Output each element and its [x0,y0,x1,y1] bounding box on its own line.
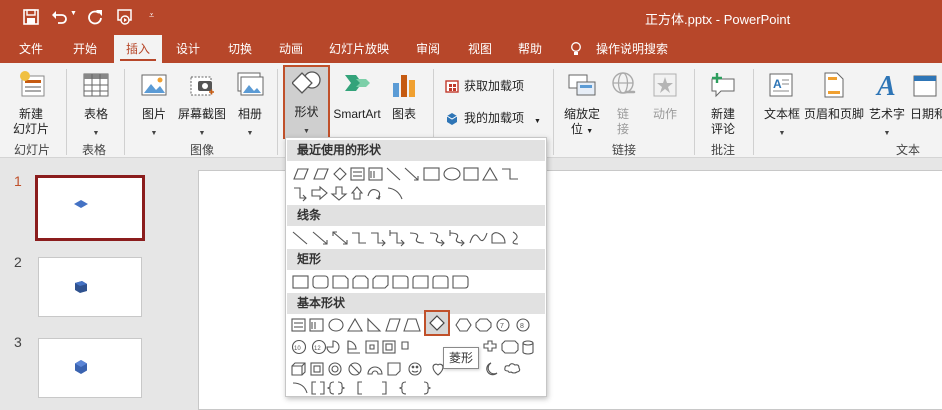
my-addins-button[interactable]: 我的加载项 ▼ [442,109,546,129]
tab-design[interactable]: 设计 [166,35,210,63]
group-label-tables: 表格 [82,143,107,157]
redo-icon[interactable] [86,8,104,26]
group-label-text: 文本 [896,143,921,157]
tab-animations[interactable]: 动画 [268,35,314,63]
tab-view[interactable]: 视图 [458,35,502,63]
customize-qat-icon[interactable]: ⩡ [149,10,154,21]
undo-icon[interactable] [51,8,69,26]
tab-home[interactable]: 开始 [62,35,108,63]
basic-shapes-row-2[interactable]: 10 12 [290,337,546,357]
slide-number: 1 [14,173,22,189]
wordart-icon: A [875,71,896,101]
shape-tooltip: 菱形 [443,347,479,369]
my-addins-icon [446,113,458,125]
svg-text:12: 12 [314,346,321,352]
tab-review[interactable]: 审阅 [406,35,450,63]
screenshot-button[interactable]: 屏幕截图 ▼ [174,67,230,139]
shapes-icon [292,71,321,94]
slide-number: 2 [14,254,22,270]
group-label-slides: 幻灯片 [14,143,51,157]
document-title: 正方体.pptx - PowerPoint [645,12,791,27]
photo-album-button[interactable]: 相册 ▼ [230,67,270,139]
lightbulb-icon [571,42,581,55]
slide-thumbnail[interactable] [38,257,142,317]
slide-number: 3 [14,334,22,350]
basic-shapes-row-4[interactable] [290,378,546,398]
tab-transitions[interactable]: 切换 [218,35,262,63]
new-slide-icon [20,71,45,97]
table-icon [83,73,109,97]
date-time-button[interactable]: 日期和 [910,67,942,139]
new-comment-icon [711,73,735,98]
basic-shapes-row-1[interactable]: 7 8 [290,315,546,335]
basic-shapes-row-3[interactable] [290,359,546,379]
shapes-button[interactable]: 形状 ▼ [283,65,330,139]
textbox-icon: A [769,73,793,97]
svg-text:A: A [773,77,782,91]
category-rectangles: 矩形 [287,249,545,270]
calendar-icon [913,75,937,97]
svg-text:8: 8 [520,323,524,330]
chart-button[interactable]: 图表 [384,67,424,139]
group-label-links: 链接 [612,143,637,157]
new-slide-button[interactable]: 新建 幻灯片 [4,67,58,139]
wordart-button[interactable]: A 艺术字 ▼ [866,67,908,139]
svg-text:10: 10 [294,346,301,352]
textbox-button[interactable]: A 文本框 ▼ [759,67,805,139]
tab-tell-me[interactable]: 操作说明搜索 [566,35,676,63]
zoom-button[interactable]: 缩放定 位 ▼ [559,67,605,139]
category-recent-shapes: 最近使用的形状 [287,140,545,161]
svg-text:7: 7 [500,323,504,330]
link-button[interactable]: 链 接 [606,67,640,139]
picture-icon [141,74,167,96]
action-star-icon [653,73,677,97]
undo-dropdown-icon[interactable]: ▼ [70,10,77,17]
tab-file[interactable]: 文件 [8,35,54,63]
link-globe-icon [612,72,636,94]
category-lines: 线条 [287,205,545,226]
slide-thumbnail[interactable] [38,338,142,398]
group-label-images: 图像 [190,143,215,157]
lines-row[interactable] [290,228,546,248]
save-icon[interactable] [22,8,40,26]
chart-icon [393,75,415,97]
shapes-gallery: 最近使用的形状 线条 矩形 基本形状 7 8 10 12 [285,137,547,397]
new-comment-button[interactable]: 新建 评论 [700,67,746,139]
smartart-button[interactable]: SmartArt [332,67,382,139]
store-icon [445,80,459,93]
slide-thumbnail-panel: 1 2 3 [0,158,170,398]
smartart-icon [345,75,370,91]
hexagon-cube-thumb [75,360,87,374]
recent-shapes-row-2[interactable] [290,183,546,203]
header-footer-button[interactable]: 页眉和页脚 [804,67,864,139]
cube-shape-thumb [75,281,87,293]
tab-insert[interactable]: 插入 [114,35,162,63]
recent-shapes-row-1[interactable] [290,164,546,184]
ribbon-tabs: 文件 开始 插入 设计 切换 动画 幻灯片放映 审阅 视图 帮助 操作说明搜索 [0,35,942,63]
photo-album-icon [237,72,264,96]
table-button[interactable]: 表格 ▼ [74,67,118,139]
group-label-comments: 批注 [711,143,736,157]
get-addins-button[interactable]: 获取加载项 [442,77,542,97]
header-footer-icon [824,72,844,98]
action-button[interactable]: 动作 [644,67,686,139]
rhombus-shape-thumb [74,200,88,208]
svg-text:A: A [875,71,896,101]
screenshot-icon [190,76,214,96]
rectangles-row[interactable] [290,272,546,292]
picture-button[interactable]: 图片 ▼ [132,67,176,139]
title-bar: ▼ ⩡ 正方体.pptx - PowerPoint [0,0,942,35]
slide-thumbnail[interactable] [35,175,145,241]
tab-help[interactable]: 帮助 [508,35,552,63]
tab-slideshow[interactable]: 幻灯片放映 [322,35,396,63]
present-from-start-icon[interactable] [116,8,134,26]
category-basic-shapes: 基本形状 [287,293,545,314]
zoom-icon [568,74,596,96]
